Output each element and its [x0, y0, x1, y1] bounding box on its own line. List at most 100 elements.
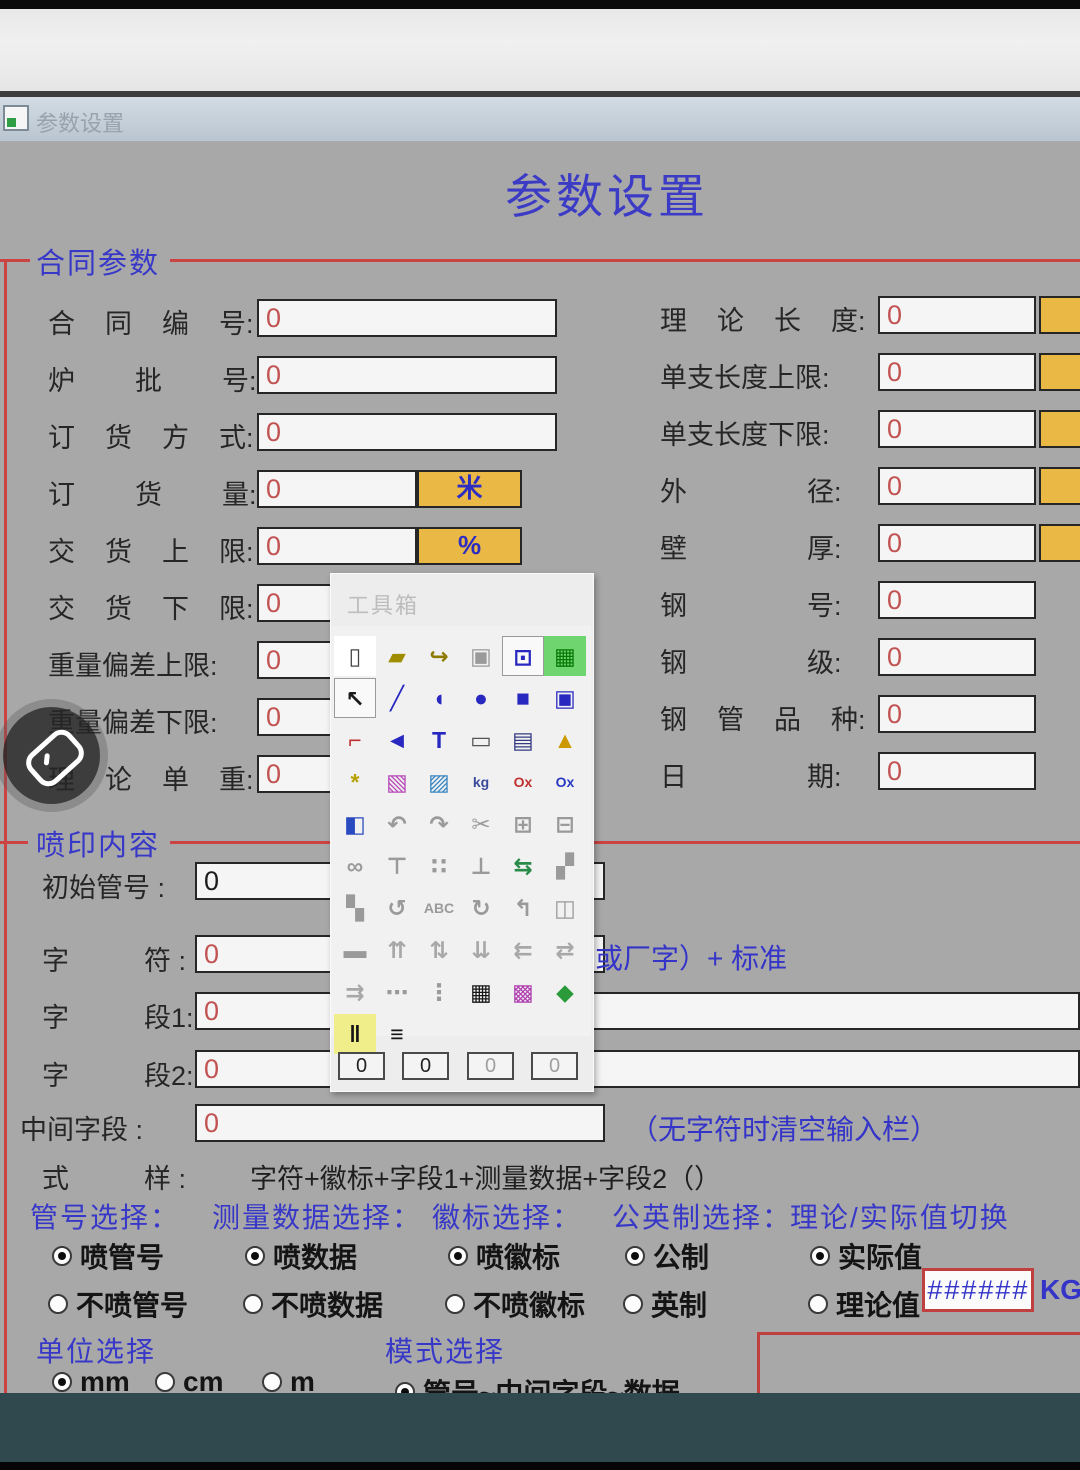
unit-button-right-2[interactable] — [1039, 353, 1080, 391]
radio-circle[interactable] — [48, 1294, 68, 1314]
arc-tool-icon[interactable]: ◖ — [418, 678, 460, 718]
align-h-icon[interactable]: ▬ — [334, 930, 376, 970]
redo-icon[interactable]: ↷ — [418, 804, 460, 844]
flip-icon[interactable]: ↰ — [502, 888, 544, 928]
new-file-icon[interactable]: ▯ — [334, 636, 376, 676]
radio-circle[interactable] — [625, 1246, 645, 1266]
contract-right-input-1[interactable]: 0 — [878, 296, 1036, 334]
wedge-tool-icon[interactable]: ◄ — [376, 720, 418, 760]
radio-理论值[interactable]: 理论值 — [808, 1284, 920, 1324]
align-bottom-icon[interactable]: ⊥ — [460, 846, 502, 886]
contract-left-input-4[interactable]: 0 — [257, 470, 417, 508]
radio-不喷管号[interactable]: 不喷管号 — [48, 1284, 188, 1324]
arrows-merge-icon[interactable]: ⇄ — [544, 930, 586, 970]
radio-公制[interactable]: 公制 — [625, 1236, 709, 1276]
contract-left-input-3[interactable]: 0 — [257, 413, 557, 451]
contract-left-input-2[interactable]: 0 — [257, 356, 557, 394]
display-icon[interactable]: ▦ — [544, 636, 586, 676]
stairs-icon[interactable]: ▚ — [334, 888, 376, 928]
marker-tool-icon[interactable]: ▲ — [544, 720, 586, 760]
unit-button-right-3[interactable] — [1039, 410, 1080, 448]
select-cursor-icon[interactable]: ↖ — [334, 678, 376, 718]
unit-meter-button[interactable]: 米 — [417, 470, 522, 508]
unit-button-right-1[interactable] — [1039, 296, 1080, 334]
preview-icon[interactable]: ⊡ — [502, 636, 544, 676]
radio-circle[interactable] — [52, 1372, 72, 1392]
copy-icon[interactable]: ⊞ — [502, 804, 544, 844]
radio-喷管号[interactable]: 喷管号 — [52, 1236, 164, 1276]
contract-right-input-7[interactable]: 0 — [878, 638, 1036, 676]
contract-right-input-2[interactable]: 0 — [878, 353, 1036, 391]
contract-right-input-4[interactable]: 0 — [878, 467, 1036, 505]
radio-circle[interactable] — [623, 1294, 643, 1314]
save-icon[interactable]: ▣ — [460, 636, 502, 676]
text-tool-icon[interactable]: T — [418, 720, 460, 760]
unit-button-right-5[interactable] — [1039, 524, 1080, 562]
radio-不喷数据[interactable]: 不喷数据 — [243, 1284, 383, 1324]
dots-h-icon[interactable]: ⋯ — [376, 972, 418, 1012]
radio-circle[interactable] — [245, 1246, 265, 1266]
group-icon[interactable]: ∞ — [334, 846, 376, 886]
swap-icon[interactable]: ⇆ — [502, 846, 544, 886]
contract-left-input-5[interactable]: 0 — [257, 527, 417, 565]
print-field-input-4[interactable]: 0 — [195, 1050, 1080, 1088]
arrows-right-icon[interactable]: ⇉ — [334, 972, 376, 1012]
kg-icon[interactable]: kg — [460, 762, 502, 802]
polyline-tool-icon[interactable]: ▣ — [544, 678, 586, 718]
radio-circle[interactable] — [262, 1372, 282, 1392]
theoretical-value-box[interactable]: ###### — [922, 1268, 1034, 1312]
new-template-icon[interactable]: * — [334, 762, 376, 802]
toolbox-input-2[interactable]: 0 — [402, 1052, 449, 1080]
radio-circle[interactable] — [243, 1294, 263, 1314]
doc-tool-icon[interactable]: ▤ — [502, 720, 544, 760]
color-pick-icon[interactable]: ◆ — [544, 972, 586, 1012]
step-icon[interactable]: ▞ — [544, 846, 586, 886]
radio-喷徽标[interactable]: 喷徽标 — [448, 1236, 560, 1276]
capsule-tool-icon[interactable]: ▭ — [460, 720, 502, 760]
mirror-icon[interactable]: ◫ — [544, 888, 586, 928]
contract-right-input-6[interactable]: 0 — [878, 581, 1036, 619]
arrows-updown-icon[interactable]: ⇅ — [418, 930, 460, 970]
radio-英制[interactable]: 英制 — [623, 1284, 707, 1324]
percent-button[interactable]: % — [417, 527, 522, 565]
arrows-up-icon[interactable]: ⇈ — [376, 930, 418, 970]
toolbox-input-4[interactable]: 0 — [531, 1052, 578, 1080]
arrows-left-icon[interactable]: ⇇ — [502, 930, 544, 970]
palette-icon[interactable]: ▩ — [502, 972, 544, 1012]
radio-circle[interactable] — [445, 1294, 465, 1314]
lines-icon[interactable]: ≡ — [376, 1014, 418, 1054]
contract-right-input-5[interactable]: 0 — [878, 524, 1036, 562]
radio-喷数据[interactable]: 喷数据 — [245, 1236, 357, 1276]
contract-right-input-3[interactable]: 0 — [878, 410, 1036, 448]
arrows-down-icon[interactable]: ⇊ — [460, 930, 502, 970]
align-top-icon[interactable]: ⊤ — [376, 846, 418, 886]
ogx-icon[interactable]: Ox — [544, 762, 586, 802]
rectangle-tool-icon[interactable]: ■ — [502, 678, 544, 718]
undo-icon[interactable]: ↶ — [376, 804, 418, 844]
radio-不喷徽标[interactable]: 不喷徽标 — [445, 1284, 585, 1324]
radio-circle[interactable] — [448, 1246, 468, 1266]
radio-circle[interactable] — [808, 1294, 828, 1314]
dots-v-icon[interactable]: ⋮ — [418, 972, 460, 1012]
radio-circle[interactable] — [810, 1246, 830, 1266]
line-tool-icon[interactable]: ╱ — [376, 678, 418, 718]
rotate-left-icon[interactable]: ↺ — [376, 888, 418, 928]
contract-left-input-1[interactable]: 0 — [257, 299, 557, 337]
ellipse-tool-icon[interactable]: ● — [460, 678, 502, 718]
rotate-right-icon[interactable]: ↻ — [460, 888, 502, 928]
connector-tool-icon[interactable]: ⌐ — [334, 720, 376, 760]
open-folder-icon[interactable]: ▰ — [376, 636, 418, 676]
print-field-input-5[interactable]: 0 — [195, 1104, 605, 1142]
radio-circle[interactable] — [155, 1372, 175, 1392]
distribute-icon[interactable]: ∷ — [418, 846, 460, 886]
toolbox-input-3[interactable]: 0 — [467, 1052, 514, 1080]
abc-icon[interactable]: ABC — [418, 888, 460, 928]
contract-right-input-8[interactable]: 0 — [878, 695, 1036, 733]
radio-实际值[interactable]: 实际值 — [810, 1236, 922, 1276]
image-h-icon[interactable]: ▨ — [418, 762, 460, 802]
unit-button-right-4[interactable] — [1039, 467, 1080, 505]
radio-circle[interactable] — [52, 1246, 72, 1266]
image-r-icon[interactable]: ▧ — [376, 762, 418, 802]
paste-icon[interactable]: ⊟ — [544, 804, 586, 844]
barcode-icon[interactable]: ‖ — [334, 1014, 376, 1054]
